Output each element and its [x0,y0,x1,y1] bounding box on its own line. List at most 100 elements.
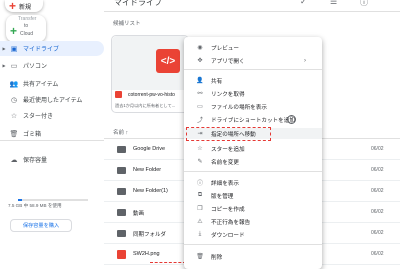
caret-right-icon[interactable]: ▶ [0,63,8,68]
copy-icon: ❐ [197,206,203,212]
menu-divider [184,69,322,70]
row-name: SW2H.png [133,251,160,257]
star-icon: ☆ [197,146,203,152]
menu-item-share[interactable]: 👤 共有 [184,75,322,86]
sidebar-item-computers[interactable]: ▶ ▭ パソコン [0,58,104,73]
sidebar-item-my-drive[interactable]: ▶ ▣ マイドライブ [0,41,104,56]
menu-item-delete[interactable]: 🗑 削除 [184,251,322,262]
selected-row-highlight [150,262,186,267]
menu-divider [184,171,322,172]
drive-icon: ▣ [10,45,18,53]
trash-icon: 🗑 [196,254,204,260]
row-name: New Folder(1) [133,188,168,194]
menu-divider [184,244,322,245]
list-view-icon[interactable]: ☰ [330,0,337,6]
sidebar-item-label: パソコン [23,64,48,70]
move-to-highlight [186,127,271,141]
eye-icon: ◉ [197,45,203,51]
transfer-label-line1: Transfer [18,16,37,22]
move-icon: ✥ [197,58,203,64]
shortcut-icon: ⤴ [196,118,203,124]
row-name: Google Drive [133,146,166,152]
row-name: 動画 [133,211,145,217]
shared-icon: 👥 [9,80,19,88]
page-title[interactable]: マイドライブ [114,0,162,8]
info-icon: ⓘ [196,181,203,187]
sidebar-item-label: 保存容量 [23,158,48,164]
menu-item-rename[interactable]: ✎ 名前を変更 [184,156,322,167]
section-label: 候補リスト [113,21,141,27]
transfer-to-cloud-button[interactable]: + Transfer to Cloud [6,15,46,42]
help-icon[interactable]: ? [287,115,296,124]
column-header-name[interactable]: 名前 ↑ [113,128,128,136]
menu-item-details[interactable]: ⓘ 詳細を表示 [184,177,322,188]
folder-icon: ▭ [197,104,203,110]
folder-icon [117,209,126,216]
report-icon: ⚠ [197,219,203,225]
folder-icon [117,188,126,195]
menu-item-add-shortcut[interactable]: ⤴ ドライブにショートカットを追加 ? [184,114,322,125]
row-date: 06/02 [371,209,384,215]
header-divider [104,11,400,12]
versions-icon: ⧉ [197,192,203,198]
menu-item-report[interactable]: ⚠ 不正行為を報告 [184,216,322,227]
sidebar-item-starred[interactable]: ☆ スター付き [0,108,104,123]
sidebar-item-label: スター付き [23,114,54,120]
sidebar-item-label: マイドライブ [23,47,60,53]
trash-icon: 🗑 [9,130,19,138]
sidebar-item-shared[interactable]: 👥 共有アイテム [0,76,104,91]
person-add-icon: 👤 [196,78,204,84]
pencil-icon: ✎ [197,159,203,165]
row-date: 06/02 [371,230,384,236]
menu-item-get-link[interactable]: ⚯ リンクを取得 [184,88,322,99]
code-file-icon: </> [156,49,180,73]
menu-item-make-copy[interactable]: ❐ コピーを作成 [184,203,322,214]
sidebar-item-label: 最近使用したアイテム [23,98,83,104]
check-icon[interactable]: ✓ [300,0,307,6]
row-date: 06/02 [371,188,384,194]
buy-storage-button[interactable]: 保存容量を購入 [10,219,72,232]
suggested-file-card[interactable] [111,35,189,113]
transfer-label-line3: Cloud [20,31,34,37]
folder-icon [117,167,126,174]
menu-item-preview[interactable]: ◉ プレビュー [184,42,322,53]
menu-item-download[interactable]: ⤓ ダウンロード [184,229,322,240]
info-icon[interactable]: ⓘ [360,0,368,8]
folder-icon [117,230,126,237]
link-icon: ⚯ [197,91,203,97]
storage-bar [18,199,88,201]
cloud-icon: ☁ [10,156,18,164]
sidebar-item-label: ゴミ箱 [23,132,42,138]
storage-usage-text: 7.5 GB 中 58.9 MB を使用 [8,203,62,208]
sidebar-item-storage[interactable]: ☁ 保存容量 [0,152,104,167]
menu-item-add-star[interactable]: ☆ スターを追加 [184,143,322,154]
plus-icon: + [9,0,17,13]
file-type-icon [115,91,122,98]
menu-item-open-with[interactable]: ✥ アプリで開く › [184,55,322,66]
new-button[interactable]: + 新規 [5,0,43,12]
folder-icon [117,146,126,153]
storage-bar-fill [18,199,22,201]
computer-icon: ▭ [10,62,18,70]
card-subtitle: 過去1か月以内に所有者として... [115,103,176,108]
menu-item-versions[interactable]: ⧉ 版を管理 [184,190,322,201]
clock-icon: ◷ [10,96,18,104]
plus-icon: + [10,24,18,38]
row-date: 06/02 [371,167,384,173]
sidebar-divider [0,140,104,141]
image-file-icon [117,250,126,259]
menu-item-show-location[interactable]: ▭ ファイルの場所を表示 [184,101,322,112]
row-date: 06/02 [371,146,384,152]
card-file-name: cotorrent-pw-vo-histo [128,92,175,98]
caret-right-icon[interactable]: ▶ [0,46,8,51]
row-date: 06/02 [371,251,384,257]
chevron-right-icon: › [304,57,306,64]
sidebar-item-recent[interactable]: ◷ 最近使用したアイテム [0,92,104,107]
sidebar-item-trash[interactable]: 🗑 ゴミ箱 [0,126,104,141]
sidebar-item-label: 共有アイテム [23,82,59,88]
row-name: New Folder [133,167,162,173]
row-name: 同期フォルダ [133,232,167,238]
transfer-label-line2: to [24,23,29,29]
download-icon: ⤓ [198,231,202,237]
new-button-label: 新規 [19,4,32,11]
